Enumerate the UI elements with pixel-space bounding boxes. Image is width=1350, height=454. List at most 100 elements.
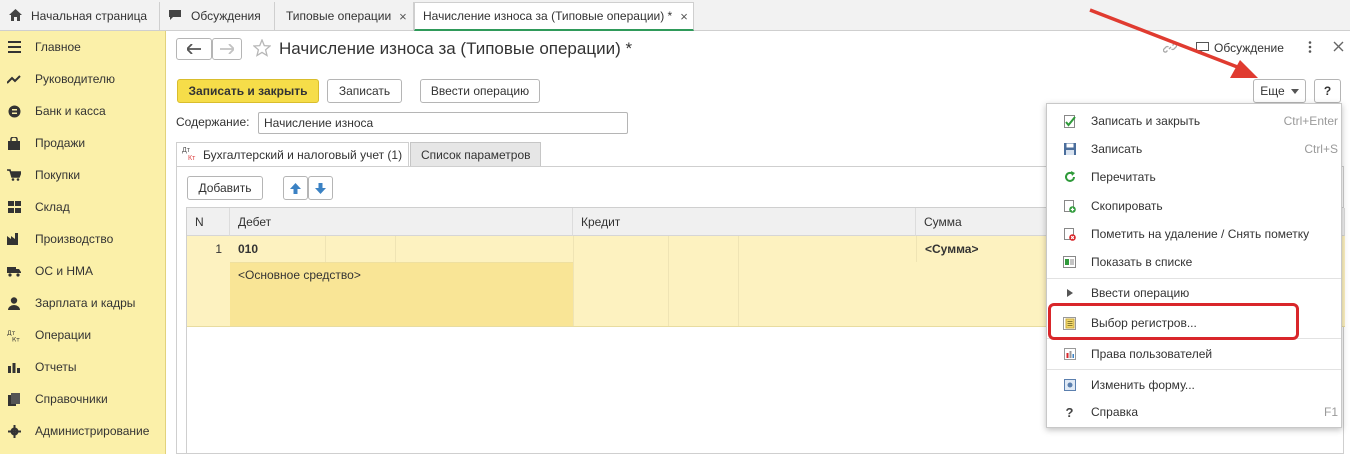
credit-subconto-cell[interactable] <box>738 236 916 326</box>
sidebar-item-label: ОС и НМА <box>35 264 94 278</box>
tab-parameters[interactable]: Список параметров <box>410 142 541 167</box>
show-list-icon <box>1063 256 1076 269</box>
add-button[interactable]: Добавить <box>187 176 263 200</box>
content-input[interactable]: Начисление износа <box>258 112 628 134</box>
gear-icon <box>7 424 21 438</box>
truck-icon <box>7 264 21 278</box>
sidebar-item-label: Зарплата и кадры <box>35 296 136 310</box>
menu-item-save[interactable]: Записать Ctrl+S <box>1047 135 1341 163</box>
sidebar-item-label: Руководителю <box>35 72 116 86</box>
close-icon[interactable] <box>1333 41 1344 55</box>
more-vertical-icon[interactable] <box>1308 40 1316 54</box>
chevron-down-icon <box>1290 88 1299 94</box>
forward-button[interactable] <box>212 38 242 60</box>
move-up-button[interactable] <box>283 176 308 200</box>
annotation-arrow <box>1089 8 1258 78</box>
menu-item-shortcut: Ctrl+Enter <box>1283 114 1338 128</box>
tab-current-label: Начисление износа за (Типовые операции) … <box>423 9 673 23</box>
copy-icon <box>1063 199 1076 213</box>
more-actions-menu: Записать и закрыть Ctrl+Enter Записать C… <box>1046 103 1342 428</box>
sidebar-item-salary[interactable]: Зарплата и кадры <box>0 287 165 319</box>
sidebar-item-main[interactable]: Главное <box>0 31 165 63</box>
menu-item-change-form[interactable]: Изменить форму... <box>1047 371 1341 399</box>
menu-item-copy[interactable]: Скопировать <box>1047 192 1341 220</box>
triangle-right-icon <box>1063 287 1076 300</box>
refresh-icon <box>1063 171 1076 184</box>
arrow-down-icon <box>315 182 326 194</box>
floppy-icon <box>1063 143 1076 156</box>
menu-item-label: Показать в списке <box>1091 255 1193 269</box>
warehouse-icon <box>7 200 21 214</box>
sidebar-item-label: Отчеты <box>35 360 77 374</box>
menu-item-save-and-close[interactable]: Записать и закрыть Ctrl+Enter <box>1047 107 1341 135</box>
sidebar-item-operations[interactable]: Дт Кт Операции <box>0 319 165 351</box>
debit-account-cell[interactable]: 010 <box>230 236 325 262</box>
home-icon <box>9 8 22 24</box>
menu-item-user-rights[interactable]: Права пользователей <box>1047 340 1341 368</box>
sidebar-item-references[interactable]: Справочники <box>0 383 165 415</box>
menu-item-label: Ввести операцию <box>1091 286 1190 300</box>
menu-item-label: Справка <box>1091 405 1139 419</box>
sidebar-item-administration[interactable]: Администрирование <box>0 415 165 447</box>
save-and-close-button[interactable]: Записать и закрыть <box>177 79 319 103</box>
sidebar-item-purchases[interactable]: Покупки <box>0 159 165 191</box>
menu-item-reread[interactable]: Перечитать <box>1047 163 1341 191</box>
sidebar-item-label: Администрирование <box>35 424 150 438</box>
arrow-left-icon <box>187 44 201 54</box>
menu-item-label: Скопировать <box>1091 199 1163 213</box>
sidebar-item-warehouse[interactable]: Склад <box>0 191 165 223</box>
tab-discussions[interactable]: Обсуждения <box>160 2 275 30</box>
menu-item-label: Записать <box>1091 142 1143 156</box>
sidebar-item-sales[interactable]: Продажи <box>0 127 165 159</box>
bag-icon <box>7 136 21 150</box>
cart-icon <box>7 168 21 182</box>
menu-divider <box>1047 369 1341 370</box>
row-number: 1 <box>215 242 222 256</box>
close-icon[interactable]: × <box>680 9 688 24</box>
highlight-box <box>1048 303 1299 340</box>
sidebar-item-production[interactable]: Производство <box>0 223 165 255</box>
debit-subconto-cell[interactable] <box>395 236 573 262</box>
factory-icon <box>7 232 21 246</box>
sidebar-item-reports[interactable]: Отчеты <box>0 351 165 383</box>
tab-parameters-label: Список параметров <box>421 147 531 162</box>
tab-home-label: Начальная страница <box>31 9 148 23</box>
sidebar-item-label: Главное <box>35 40 81 54</box>
column-header-n[interactable]: N <box>187 208 230 236</box>
menu-item-mark-delete[interactable]: Пометить на удаление / Снять пометку <box>1047 220 1341 248</box>
menu-item-help[interactable]: ? Справка F1 <box>1047 398 1341 426</box>
sidebar-item-manager[interactable]: Руководителю <box>0 63 165 95</box>
column-header-debit[interactable]: Дебет <box>230 208 573 236</box>
chart-icon <box>7 360 21 374</box>
svg-text:Кт: Кт <box>12 336 20 342</box>
debit-subconto-fixed-asset[interactable]: <Основное средство> <box>230 262 573 326</box>
sidebar-item-label: Производство <box>35 232 114 246</box>
tab-accounting[interactable]: Дт Кт Бухгалтерский и налоговый учет (1) <box>176 142 409 167</box>
debit-subconto-cell[interactable] <box>325 236 395 262</box>
column-header-credit[interactable]: Кредит <box>573 208 916 236</box>
menu-item-label: Права пользователей <box>1091 347 1213 361</box>
form-icon <box>1063 379 1076 392</box>
content-label: Содержание: <box>176 115 250 129</box>
tab-current-document[interactable]: Начисление износа за (Типовые операции) … <box>414 2 694 31</box>
move-down-button[interactable] <box>308 176 333 200</box>
menu-item-label: Изменить форму... <box>1091 378 1195 392</box>
sidebar-item-fixed-assets[interactable]: ОС и НМА <box>0 255 165 287</box>
back-button[interactable] <box>176 38 212 60</box>
close-icon[interactable]: × <box>399 9 407 24</box>
menu-item-show-in-list[interactable]: Показать в списке <box>1047 248 1341 276</box>
tab-typical-operations-label: Типовые операции <box>286 9 392 23</box>
save-button[interactable]: Записать <box>327 79 402 103</box>
sidebar-item-bank[interactable]: Банк и касса <box>0 95 165 127</box>
favorite-star-icon[interactable] <box>252 38 272 60</box>
credit-subconto-cell[interactable] <box>668 236 738 326</box>
question-icon: ? <box>1065 404 1074 420</box>
credit-cell[interactable] <box>573 236 668 326</box>
enter-operation-button[interactable]: Ввести операцию <box>420 79 540 103</box>
sidebar: Главное Руководителю Банк и касса Продаж… <box>0 31 166 454</box>
menu-item-shortcut: F1 <box>1323 405 1338 419</box>
help-button[interactable]: ? <box>1314 79 1341 103</box>
menu-item-shortcut: Ctrl+S <box>1304 142 1338 156</box>
tab-typical-operations[interactable]: Типовые операции × <box>275 2 414 30</box>
tab-home[interactable]: Начальная страница <box>0 2 160 30</box>
